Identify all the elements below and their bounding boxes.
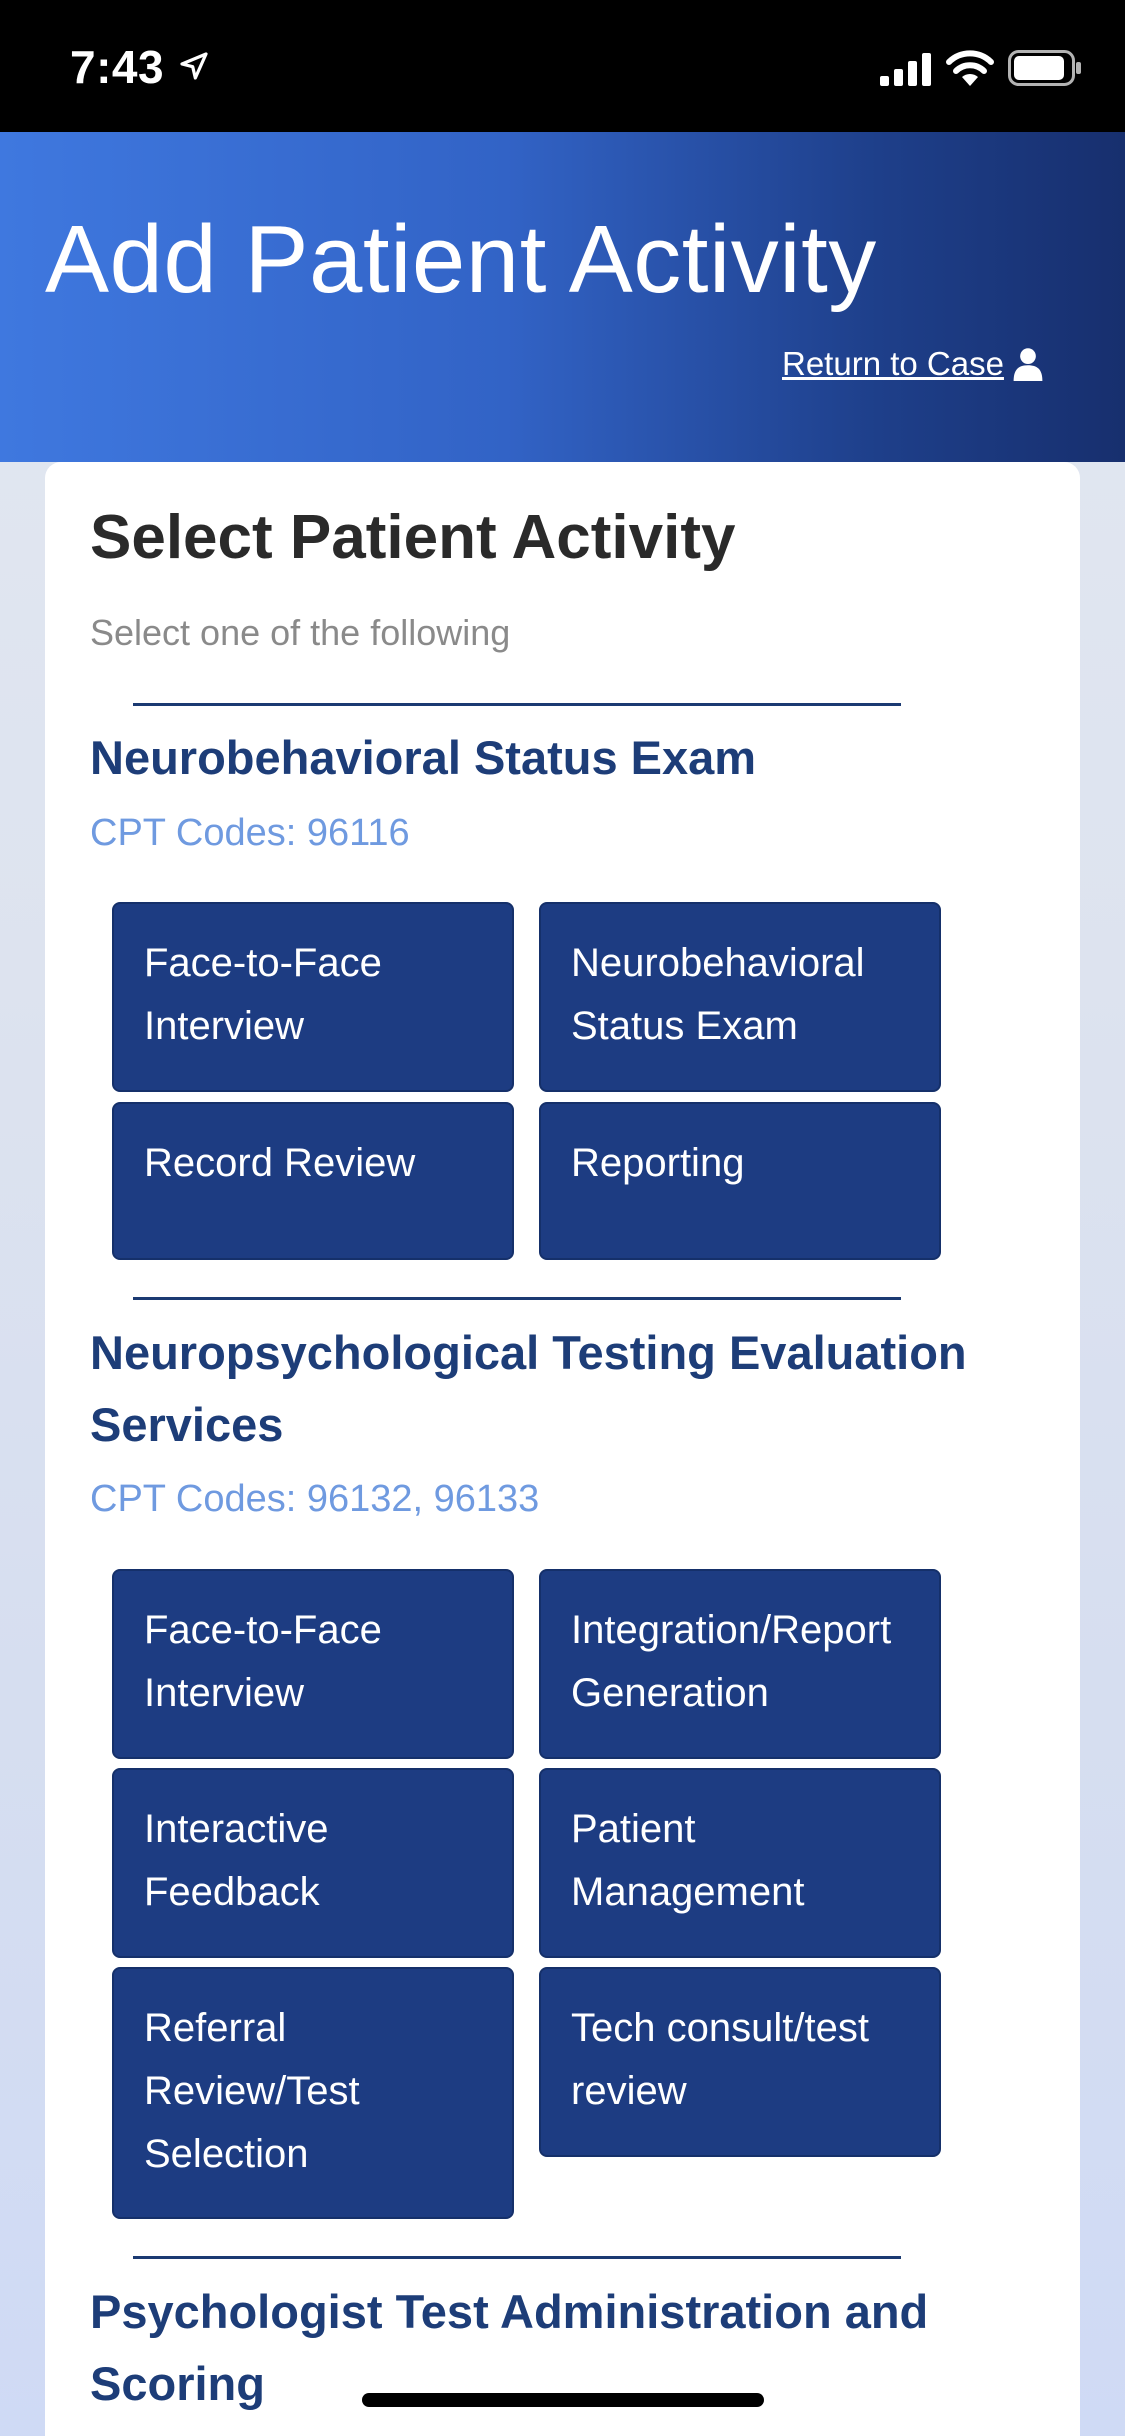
activity-button[interactable]: Reporting <box>539 1102 941 1260</box>
return-to-case-link[interactable]: Return to Case <box>782 345 1044 383</box>
cpt-codes: CPT Codes: 96132, 96133 <box>90 1478 540 1520</box>
user-icon <box>1013 348 1043 381</box>
activity-button[interactable]: Patient Management <box>539 1768 941 1958</box>
activity-button[interactable]: Tech consult/test review <box>539 1967 941 2157</box>
return-to-case-label: Return to Case <box>782 345 1004 382</box>
activity-button[interactable]: Face-to-Face Interview <box>112 1569 514 1759</box>
section-divider <box>133 2256 901 2259</box>
section-title-neurobehavioral: Neurobehavioral Status Exam <box>90 731 757 784</box>
activity-button[interactable]: Face-to-Face Interview <box>112 902 514 1092</box>
wifi-icon <box>946 50 994 86</box>
activity-button[interactable]: Interactive Feedback <box>112 1768 514 1958</box>
status-bar: 7:43 <box>0 0 1125 132</box>
activity-card: Select Patient Activity Select one of th… <box>45 462 1080 2436</box>
status-time: 7:43 <box>70 41 165 93</box>
card-title: Select Patient Activity <box>90 503 736 572</box>
home-indicator[interactable] <box>362 2393 764 2407</box>
page-title: Add Patient Activity <box>45 206 877 313</box>
activity-button[interactable]: Integration/Report Generation <box>539 1569 941 1759</box>
activity-button[interactable]: Record Review <box>112 1102 514 1260</box>
activity-button[interactable]: Neurobehavioral Status Exam <box>539 902 941 1092</box>
section-title-neuropsych: Neuropsychological Testing Evaluation Se… <box>90 1326 967 1451</box>
cellular-signal-icon <box>880 53 931 86</box>
location-arrow-icon <box>180 52 208 80</box>
activity-button[interactable]: Referral Review/Test Selection <box>112 1967 514 2219</box>
cpt-codes: CPT Codes: 96116 <box>90 812 410 854</box>
section-divider <box>133 1297 901 1300</box>
section-divider <box>133 703 901 706</box>
card-subtitle: Select one of the following <box>90 612 511 653</box>
battery-icon <box>1008 50 1081 86</box>
